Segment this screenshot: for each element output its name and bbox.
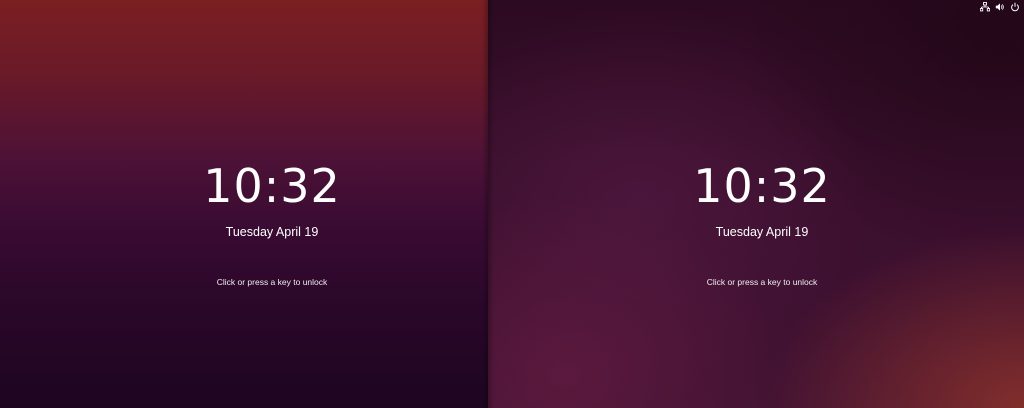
volume-icon[interactable] <box>995 2 1005 12</box>
left-monitor-lock-screen[interactable]: 10:32 Tuesday April 19 Click or press a … <box>0 0 488 408</box>
unlock-hint: Click or press a key to unlock <box>216 277 328 287</box>
lock-date: Tuesday April 19 <box>225 225 319 239</box>
lock-clock: 10:32 <box>203 159 341 213</box>
lock-clock: 10:32 <box>693 159 831 213</box>
network-icon[interactable] <box>980 2 990 12</box>
power-icon[interactable] <box>1010 2 1020 12</box>
unlock-hint: Click or press a key to unlock <box>706 277 818 287</box>
system-tray <box>980 1 1020 13</box>
lock-date: Tuesday April 19 <box>715 225 809 239</box>
monitor-divider <box>482 0 494 408</box>
right-monitor-lock-screen[interactable]: 10:32 Tuesday April 19 Click or press a … <box>488 0 1024 408</box>
